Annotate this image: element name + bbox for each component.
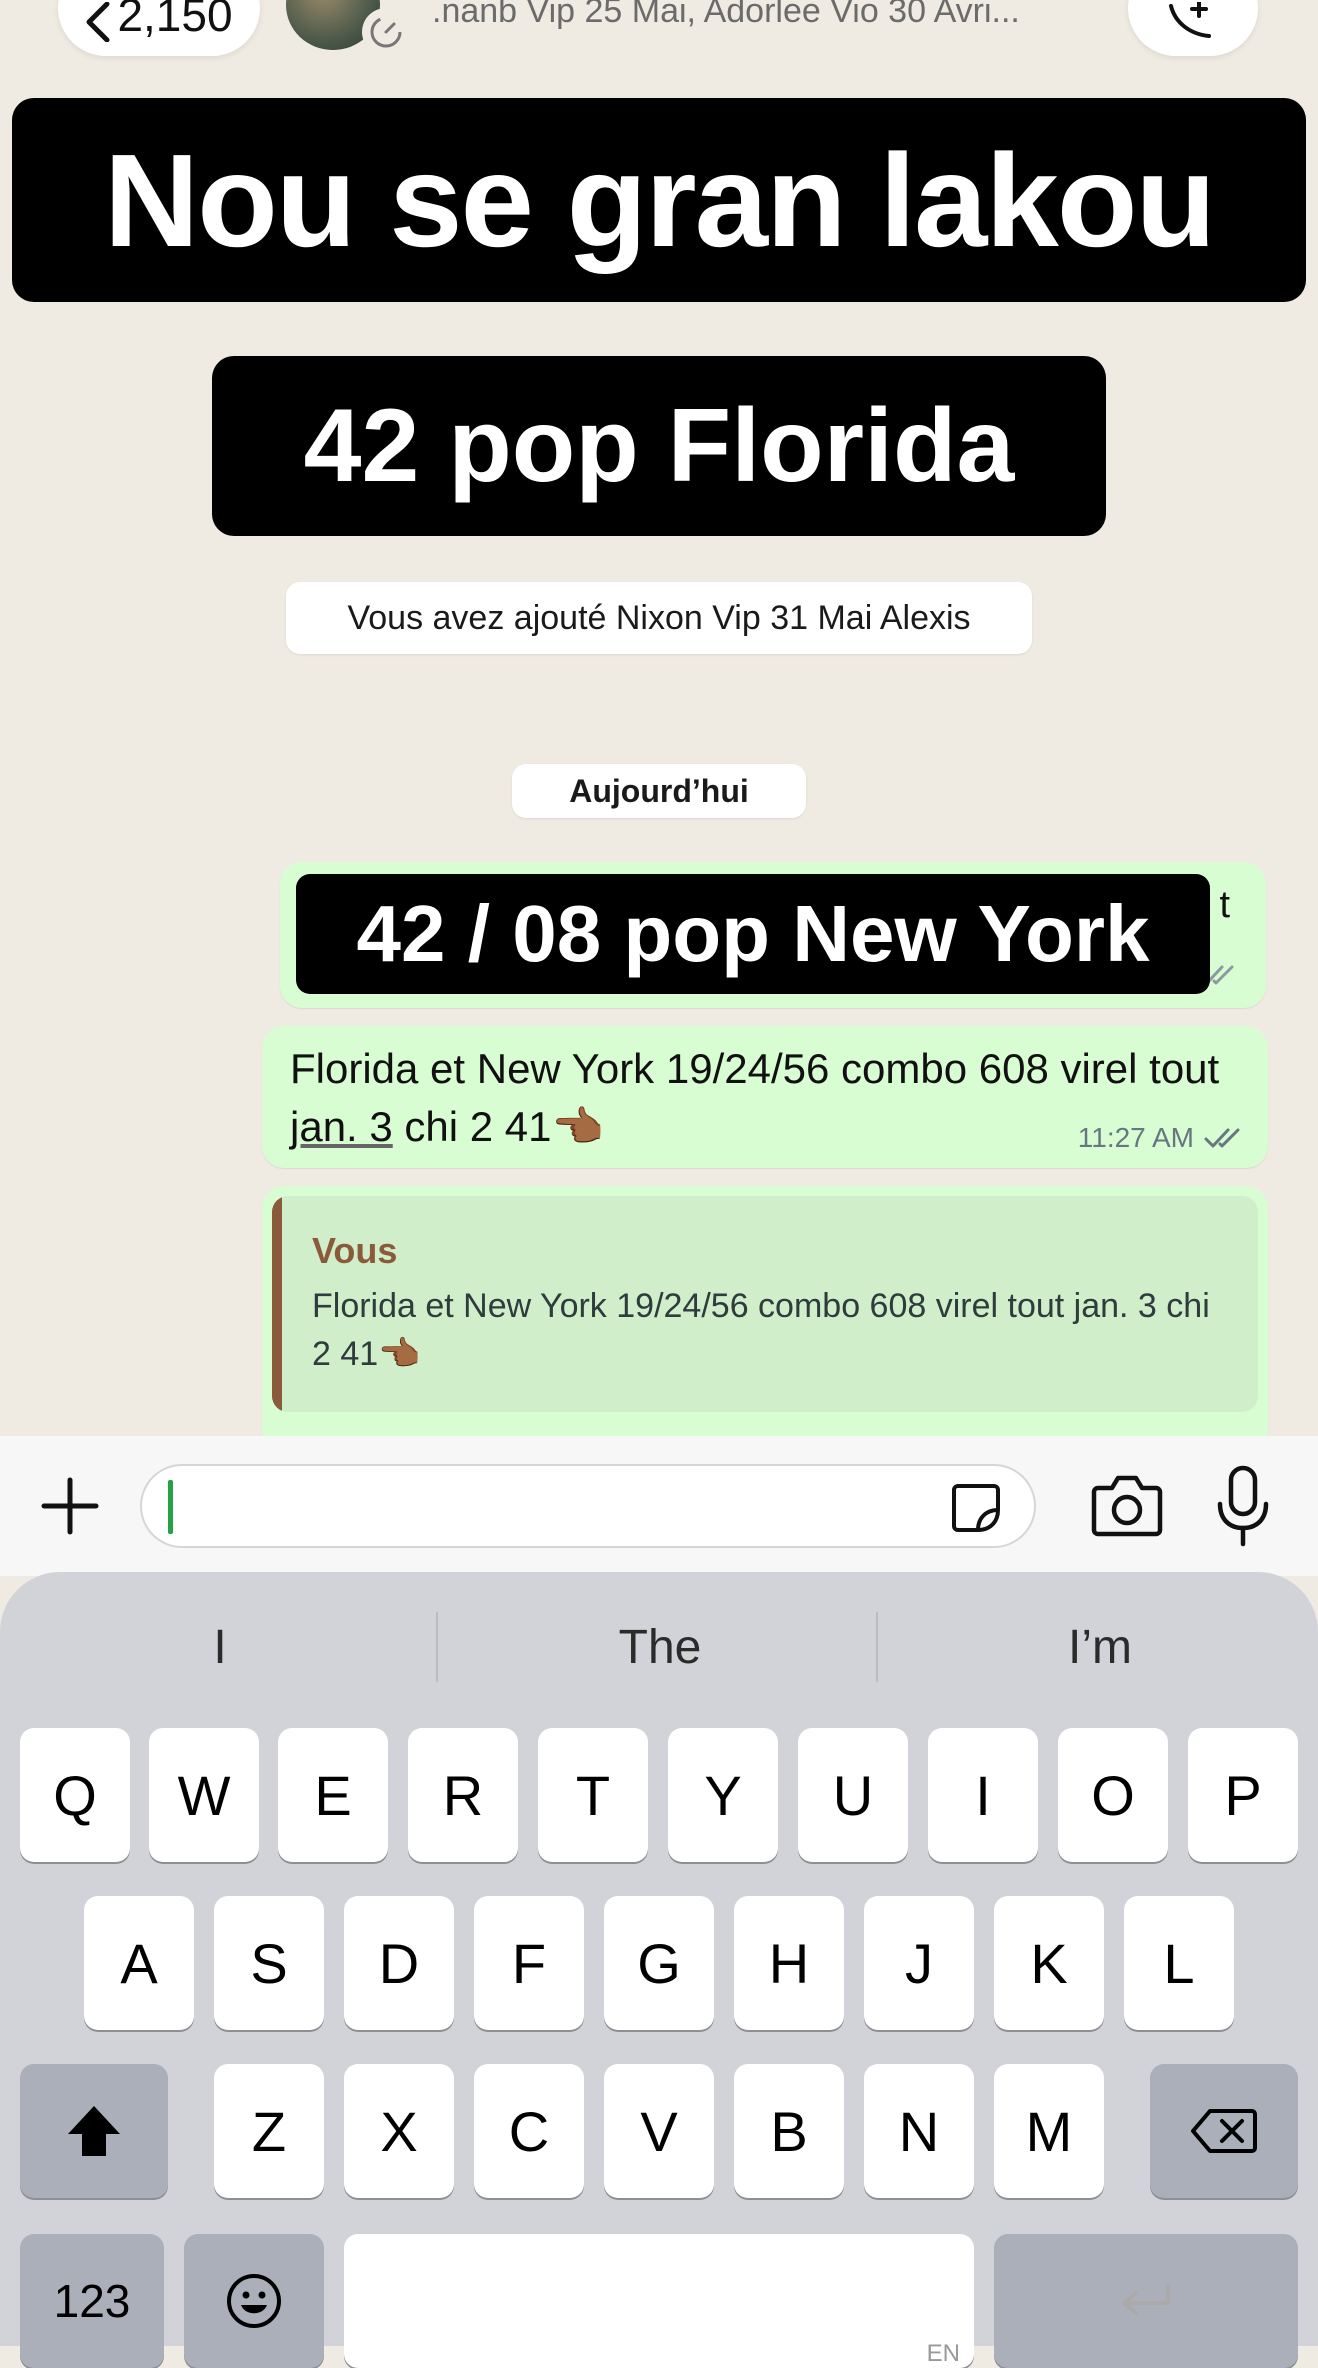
overlay-subtitle-caption: 42 pop Florida [212,356,1106,536]
return-key[interactable] [994,2234,1298,2368]
message-text-partial: t [1219,884,1230,926]
date-link[interactable]: jan. 3 [290,1103,393,1150]
system-message: Vous avez ajouté Nixon Vip 31 Mai Alexis [286,582,1032,654]
key-m[interactable]: M [994,2064,1104,2198]
key-b[interactable]: B [734,2064,844,2198]
quote-author: Vous [312,1230,398,1271]
suggestion-1[interactable]: I [40,1610,400,1684]
message-time: 11:27 AM [1077,1122,1194,1153]
text-caret [168,1480,173,1534]
return-icon [1122,2283,1170,2315]
back-count: 2,150 [117,0,233,41]
backspace-icon [1191,2109,1257,2153]
message-bubble[interactable]: Florida et New York 19/24/56 combo 608 v… [262,1026,1268,1168]
shift-icon [68,2106,120,2156]
key-z[interactable]: Z [214,2064,324,2198]
key-s[interactable]: S [214,1896,324,2030]
key-l[interactable]: L [1124,1896,1234,2030]
message-input[interactable] [140,1464,1036,1548]
key-d[interactable]: D [344,1896,454,2030]
keyboard-language: EN [926,2340,960,2367]
microphone-icon[interactable] [1214,1464,1272,1548]
plus-icon [41,1477,99,1535]
message-meta: 11:27 AM [1078,1122,1244,1154]
key-h[interactable]: H [734,1896,844,2030]
key-v[interactable]: V [604,2064,714,2198]
overlay-bubble-caption: 42 / 08 pop New York [296,874,1210,994]
space-key[interactable]: EN [344,2234,974,2368]
shift-key[interactable] [20,2064,168,2198]
quote-text: Florida et New York 19/24/56 combo 608 v… [312,1287,1210,1373]
key-g[interactable]: G [604,1896,714,2030]
suggestion-divider [876,1612,878,1682]
suggestion-divider [436,1612,438,1682]
emoji-icon [227,2274,281,2328]
key-n[interactable]: N [864,2064,974,2198]
key-u[interactable]: U [798,1728,908,1862]
call-button[interactable] [1128,0,1258,56]
suggestion-2[interactable]: The [480,1610,840,1684]
emoji-key[interactable] [184,2234,324,2368]
quote-accent-bar [272,1196,282,1412]
back-button[interactable]: 2,150 [58,0,260,56]
disappearing-timer-icon [362,8,410,56]
suggestion-3[interactable]: I’m [920,1610,1280,1684]
overlay-title-caption: Nou se gran lakou [12,98,1306,302]
key-e[interactable]: E [278,1728,388,1862]
key-f[interactable]: F [474,1896,584,2030]
key-w[interactable]: W [149,1728,259,1862]
chevron-left-icon [86,2,110,42]
sticker-icon[interactable] [948,1480,1004,1541]
backspace-key[interactable] [1150,2064,1298,2198]
key-q[interactable]: Q [20,1728,130,1862]
double-check-icon [1204,1128,1240,1148]
key-x[interactable]: X [344,2064,454,2198]
key-c[interactable]: C [474,2064,584,2198]
key-j[interactable]: J [864,1896,974,2030]
date-separator: Aujourd’hui [512,764,806,818]
key-r[interactable]: R [408,1728,518,1862]
key-p[interactable]: P [1188,1728,1298,1862]
quoted-message[interactable]: Vous Florida et New York 19/24/56 combo … [272,1196,1258,1412]
key-o[interactable]: O [1058,1728,1168,1862]
key-a[interactable]: A [84,1896,194,2030]
camera-icon[interactable] [1090,1472,1164,1538]
phone-plus-icon [1169,2,1211,38]
key-i[interactable]: I [928,1728,1038,1862]
numbers-key[interactable]: 123 [20,2234,164,2368]
attach-button[interactable] [34,1470,106,1542]
key-k[interactable]: K [994,1896,1104,2030]
key-t[interactable]: T [538,1728,648,1862]
key-y[interactable]: Y [668,1728,778,1862]
group-members-subtitle[interactable]: .nanb Vip 25 Mai, Adorlee Vio 30 Avri... [432,0,1112,31]
